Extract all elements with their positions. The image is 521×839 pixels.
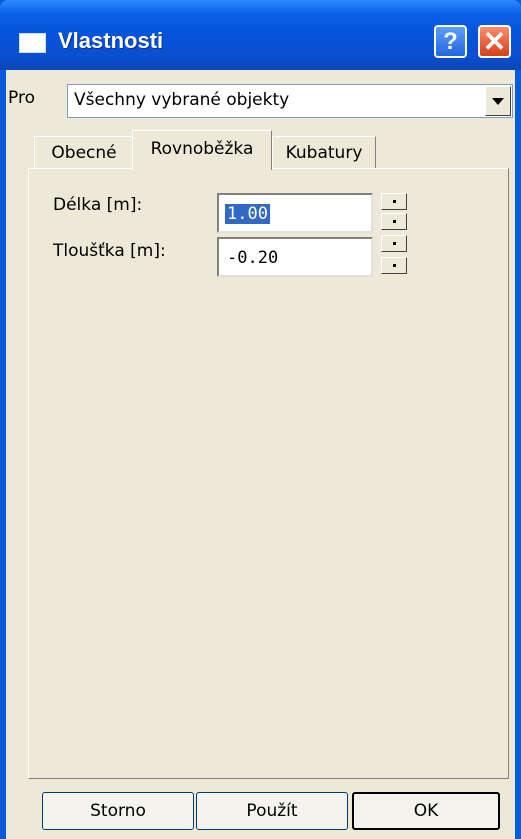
arrow-up-icon — [392, 242, 396, 245]
pouzit-button[interactable]: Použít — [196, 792, 348, 830]
delka-input[interactable]: 1.00 — [217, 193, 373, 233]
ok-button[interactable]: OK — [352, 792, 500, 830]
delka-spin-up-button[interactable] — [381, 193, 407, 210]
close-icon: ✕ — [482, 26, 507, 57]
tab-rovnobezka[interactable]: Rovnoběžka — [132, 130, 272, 170]
tloustka-spin-up-button[interactable] — [381, 235, 407, 252]
close-button[interactable]: ✕ — [478, 25, 511, 58]
arrow-up-icon — [392, 200, 396, 203]
delka-label: Délka [m]: — [53, 195, 143, 215]
tloustka-value: -0.20 — [227, 248, 279, 268]
window-title: Vlastnosti — [58, 28, 164, 53]
help-icon: ? — [443, 27, 458, 55]
window-icon — [19, 33, 46, 53]
dialog-body: Pro Všechny vybrané objekty Obecné Rovno… — [6, 70, 515, 839]
tab-panel-rovnobezka: Délka [m]: 1.00 Tloušťka [m]: -0.20 — [28, 168, 509, 779]
delka-spin-down-button[interactable] — [381, 213, 407, 230]
tab-obecne[interactable]: Obecné — [34, 136, 134, 168]
arrow-down-icon — [392, 264, 396, 267]
pro-select-value: Všechny vybrané objekty — [74, 90, 290, 110]
storno-button[interactable]: Storno — [42, 792, 194, 830]
tloustka-label: Tloušťka [m]: — [53, 241, 166, 261]
properties-dialog: Vlastnosti ? ✕ Pro Všechny vybrané objek… — [0, 0, 521, 839]
help-button[interactable]: ? — [434, 25, 467, 58]
dropdown-button[interactable] — [485, 86, 511, 116]
delka-value: 1.00 — [225, 204, 270, 224]
tloustka-spin-down-button[interactable] — [381, 257, 407, 274]
tloustka-input[interactable]: -0.20 — [217, 237, 373, 277]
tab-kubatury[interactable]: Kubatury — [272, 136, 376, 168]
chevron-down-icon — [492, 97, 504, 105]
pro-select[interactable]: Všechny vybrané objekty — [67, 84, 513, 118]
arrow-down-icon — [392, 220, 396, 223]
title-bar[interactable]: Vlastnosti ? ✕ — [0, 0, 521, 70]
pro-label: Pro — [8, 88, 35, 108]
